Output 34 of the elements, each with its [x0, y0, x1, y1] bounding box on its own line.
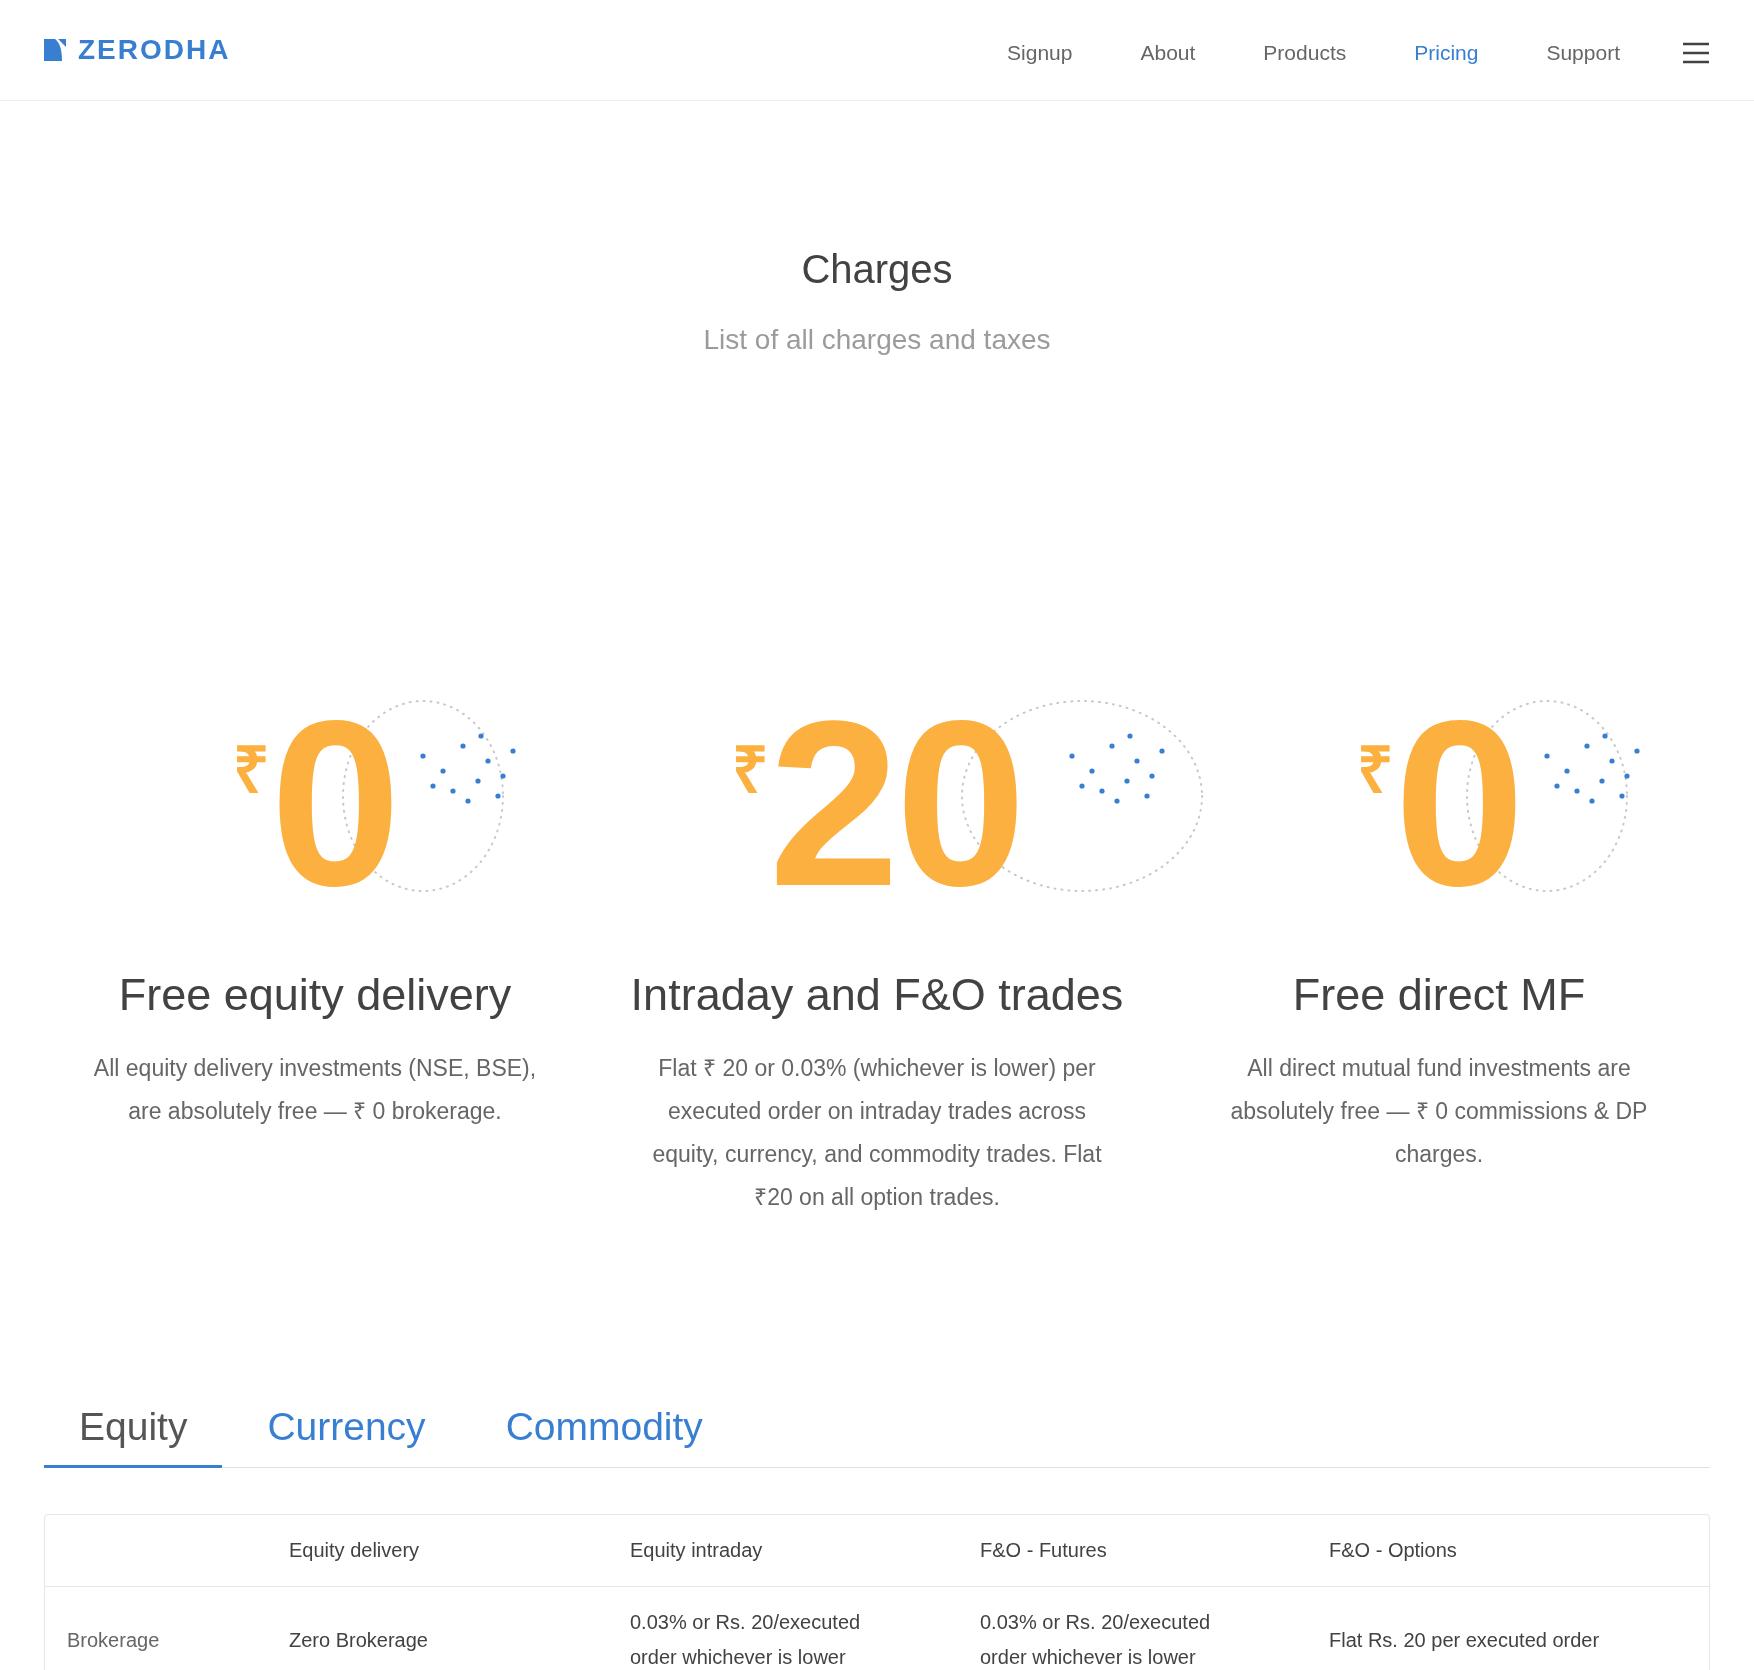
rupee-symbol: ₹: [233, 733, 271, 808]
nav-link[interactable]: Pricing: [1380, 41, 1513, 65]
nav-link[interactable]: Signup: [973, 41, 1107, 65]
column-header: F&O - Options: [1329, 1539, 1458, 1562]
feature-description: All direct mutual fund investments are absolutely free — ₹ 0 commissions & DP charges.: [1229, 1054, 1649, 1169]
charge-tab[interactable]: Currency: [232, 1397, 461, 1468]
row-label: Brokerage: [67, 1627, 161, 1653]
nav-link[interactable]: Products: [1229, 41, 1381, 65]
rupee-symbol: ₹: [731, 733, 769, 808]
price-figure: 0: [270, 696, 397, 911]
charge-tab[interactable]: Commodity: [470, 1397, 738, 1468]
feature-title: Free equity delivery: [118, 969, 512, 1021]
logo-text[interactable]: ZERODHA: [78, 34, 231, 66]
charge-tab[interactable]: Equity: [44, 1397, 223, 1468]
logo-icon: [44, 39, 68, 61]
feature-description: Flat ₹ 20 or 0.03% (whichever is lower) per executed order on intraday trades across equity, currency, and commodity trades. Flat ₹20 on all option trades.: [651, 1054, 1103, 1212]
column-header: Equity delivery: [289, 1539, 421, 1562]
table-cell-text: Flat Rs. 20 per executed order: [1329, 1627, 1601, 1653]
column-header: F&O - Futures: [980, 1539, 1108, 1562]
nav-link[interactable]: Support: [1512, 41, 1654, 65]
nav-link[interactable]: About: [1106, 41, 1230, 65]
price-figure: 20: [768, 696, 1023, 911]
rupee-symbol: ₹: [1357, 733, 1395, 808]
price-figure: 0: [1394, 696, 1521, 911]
table-cell-text: Zero Brokerage: [289, 1627, 429, 1653]
feature-title: Intraday and F&O trades: [630, 969, 1124, 1021]
column-header: Equity intraday: [630, 1539, 764, 1562]
feature-title: Free direct MF: [1292, 969, 1586, 1021]
page-subtitle: List of all charges and taxes: [703, 324, 1051, 356]
feature-description: All equity delivery investments (NSE, BSE), are absolutely free — ₹ 0 brokerage.: [92, 1054, 538, 1126]
menu-icon[interactable]: [1682, 42, 1710, 64]
table-cell-text: 0.03% or Rs. 20/executed order whichever is lower: [630, 1610, 862, 1670]
table-cell-text: 0.03% or Rs. 20/executed order whichever is lower: [980, 1610, 1212, 1670]
page-title: Charges: [801, 247, 953, 292]
